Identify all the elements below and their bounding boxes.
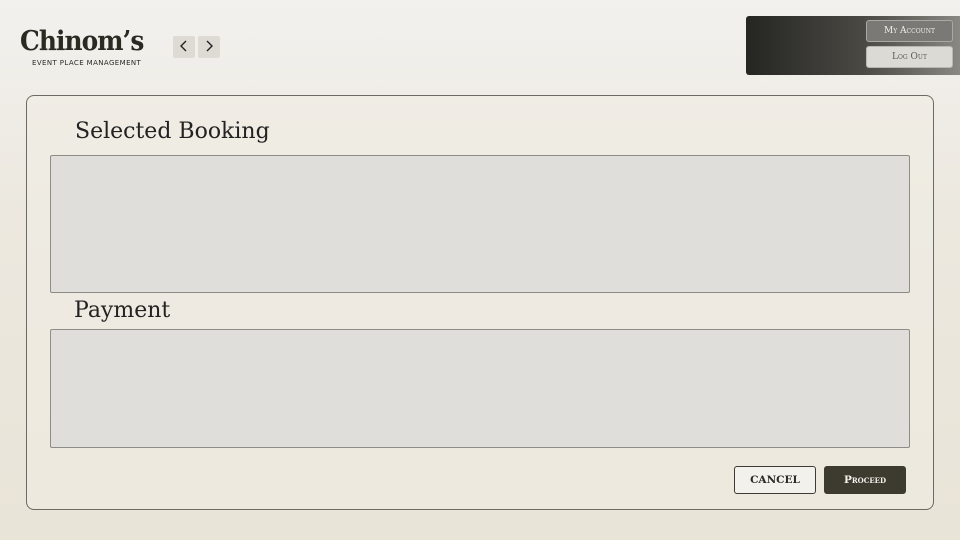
forward-button[interactable] <box>198 36 220 58</box>
account-panel: My Account Log Out <box>746 16 960 75</box>
logo-subtitle: EVENT PLACE MANAGEMENT <box>32 59 142 67</box>
proceed-button[interactable]: Proceed <box>824 466 906 494</box>
my-account-button[interactable]: My Account <box>866 20 953 42</box>
booking-card: Selected Booking Payment CANCEL Proceed <box>26 95 934 510</box>
log-out-button[interactable]: Log Out <box>866 46 953 68</box>
logo-title: Chinom’s <box>20 26 144 57</box>
payment-heading: Payment <box>74 298 171 323</box>
selected-booking-panel <box>50 155 910 293</box>
selected-booking-heading: Selected Booking <box>75 119 270 144</box>
payment-panel <box>50 329 910 448</box>
brand-logo: Chinom’s EVENT PLACE MANAGEMENT <box>20 28 160 70</box>
cancel-button[interactable]: CANCEL <box>734 466 816 494</box>
chevron-right-icon <box>203 38 215 57</box>
back-button[interactable] <box>173 36 195 58</box>
chevron-left-icon <box>178 38 190 57</box>
